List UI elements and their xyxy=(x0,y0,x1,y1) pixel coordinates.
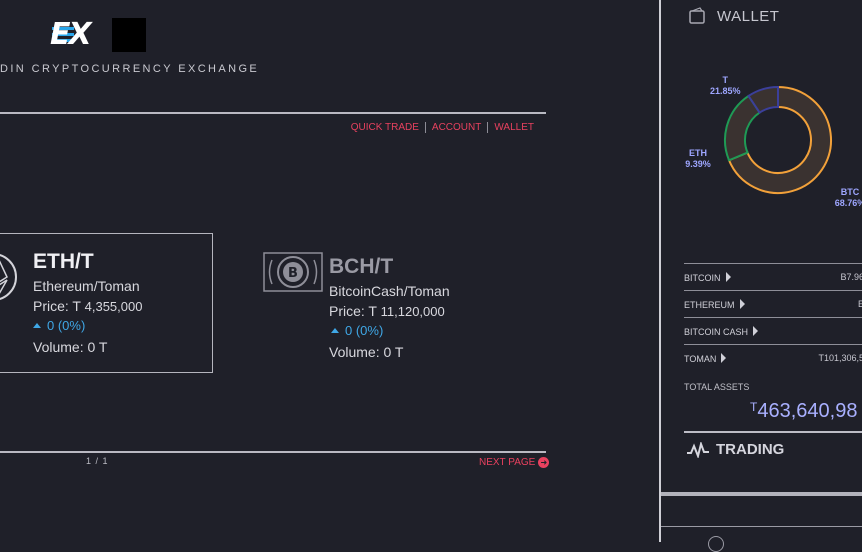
market-card-body: BCH/T BitcoinCash/Toman Price: T 11,120,… xyxy=(329,255,450,360)
asset-value: T101,306,5 xyxy=(818,353,862,363)
asset-name: ETHEREUM xyxy=(684,299,745,310)
market-ticker: ETH/T xyxy=(33,250,94,273)
asset-row-toman[interactable]: TOMAN T101,306,5 xyxy=(684,344,862,372)
caret-right-icon xyxy=(753,326,759,336)
header-divider xyxy=(0,112,546,114)
market-card-eth[interactable]: ETH/T Ethereum/Toman Price: T 4,355,000 … xyxy=(0,233,213,373)
market-card-bch[interactable]: B BCH/T BitcoinCash/Toman Price: T 11,12… xyxy=(263,233,483,373)
wallet-donut-chart[interactable] xyxy=(722,84,834,196)
exchange-logo[interactable]: EX xyxy=(50,18,146,52)
wallet-icon xyxy=(689,7,705,24)
pie-label-pct: 68.76% xyxy=(834,198,862,208)
caret-right-icon xyxy=(739,299,745,309)
arrow-right-icon: ➜ xyxy=(538,457,550,468)
logo-text: EX xyxy=(50,17,92,52)
asset-value: B7.96 xyxy=(840,272,862,282)
next-page-link[interactable]: NEXT PAGE ➜ xyxy=(479,457,550,468)
asset-row-ethereum[interactable]: ETHEREUM E xyxy=(684,290,862,318)
asset-name-text: TOMAN xyxy=(684,354,717,364)
footer-divider xyxy=(0,451,546,453)
change-value: 0 (0%) xyxy=(345,323,384,338)
asset-name: TOMAN xyxy=(684,353,727,364)
trading-section-header[interactable]: TRADING xyxy=(686,441,784,458)
asset-name-text: BITCOIN xyxy=(684,273,721,283)
total-assets-value: T463,640,98 xyxy=(750,400,857,423)
pie-label-t: T 21.85% xyxy=(710,75,741,97)
panel-divider xyxy=(659,0,661,542)
trading-title: TRADING xyxy=(716,441,785,458)
total-assets-label: TOTAL ASSETS xyxy=(684,382,750,392)
svg-text:B: B xyxy=(288,266,298,281)
total-amount: 463,640,98 xyxy=(757,400,858,422)
price-label: Price: T xyxy=(33,298,81,314)
pie-label-name: T xyxy=(722,75,729,85)
price-label: Price: T xyxy=(329,303,377,319)
partial-icon xyxy=(708,536,724,552)
asset-name-text: ETHEREUM xyxy=(684,300,735,310)
trading-divider xyxy=(684,431,862,433)
nav-quick-trade[interactable]: QUICK TRADE xyxy=(345,122,425,133)
market-card-body: ETH/T Ethereum/Toman Price: T 4,355,000 … xyxy=(33,250,142,355)
asset-row-bitcoin-cash[interactable]: BITCOIN CASH xyxy=(684,317,862,345)
price-value: 4,355,000 xyxy=(84,299,143,314)
nav-account[interactable]: ACCOUNT xyxy=(424,122,487,133)
market-price: Price: T 4,355,000 xyxy=(33,298,142,314)
asset-name: BITCOIN CASH xyxy=(684,326,759,337)
wallet-title: WALLET xyxy=(717,8,780,25)
pie-label-eth: ETH 9.39% xyxy=(678,148,718,170)
logo-redaction xyxy=(112,18,146,52)
market-volume: Volume: 0 T xyxy=(33,339,108,355)
asset-name-text: BITCOIN CASH xyxy=(684,327,749,337)
bitcoin-cash-icon: B xyxy=(263,252,323,292)
asset-name: BITCOIN xyxy=(684,272,731,283)
ethereum-icon xyxy=(0,254,17,300)
caret-right-icon xyxy=(721,353,727,363)
change-up-icon xyxy=(331,328,339,333)
market-name: BitcoinCash/Toman xyxy=(329,283,450,299)
pie-label-pct: 9.39% xyxy=(685,159,711,169)
change-value: 0 (0%) xyxy=(47,318,86,333)
top-nav: QUICK TRADE ACCOUNT WALLET xyxy=(345,122,540,133)
market-name: Ethereum/Toman xyxy=(33,278,140,294)
pulse-chart-icon xyxy=(687,441,709,458)
nav-wallet[interactable]: WALLET xyxy=(487,122,540,133)
price-value: 11,120,000 xyxy=(380,304,445,319)
page-indicator: 1 / 1 xyxy=(86,456,109,466)
panel-bottom-line xyxy=(661,526,862,527)
panel-bottom-bar xyxy=(661,492,862,496)
caret-right-icon xyxy=(725,272,731,282)
pie-label-btc: BTC 68.76% xyxy=(830,187,862,209)
market-price: Price: T 11,120,000 xyxy=(329,303,450,319)
next-page-label: NEXT PAGE xyxy=(479,457,536,468)
pie-label-name: BTC xyxy=(840,187,860,197)
change-up-icon xyxy=(33,323,41,328)
asset-value: E xyxy=(857,299,862,309)
brand-tagline: DIN CRYPTOCURRENCY EXCHANGE xyxy=(0,63,260,75)
market-change: 0 (0%) xyxy=(329,323,450,338)
market-ticker: BCH/T xyxy=(329,255,394,278)
asset-row-bitcoin[interactable]: BITCOIN B7.96 xyxy=(684,263,862,291)
pie-label-pct: 21.85% xyxy=(710,86,741,96)
pie-label-name: ETH xyxy=(689,148,707,158)
market-volume: Volume: 0 T xyxy=(329,344,404,360)
market-change: 0 (0%) xyxy=(33,318,142,333)
